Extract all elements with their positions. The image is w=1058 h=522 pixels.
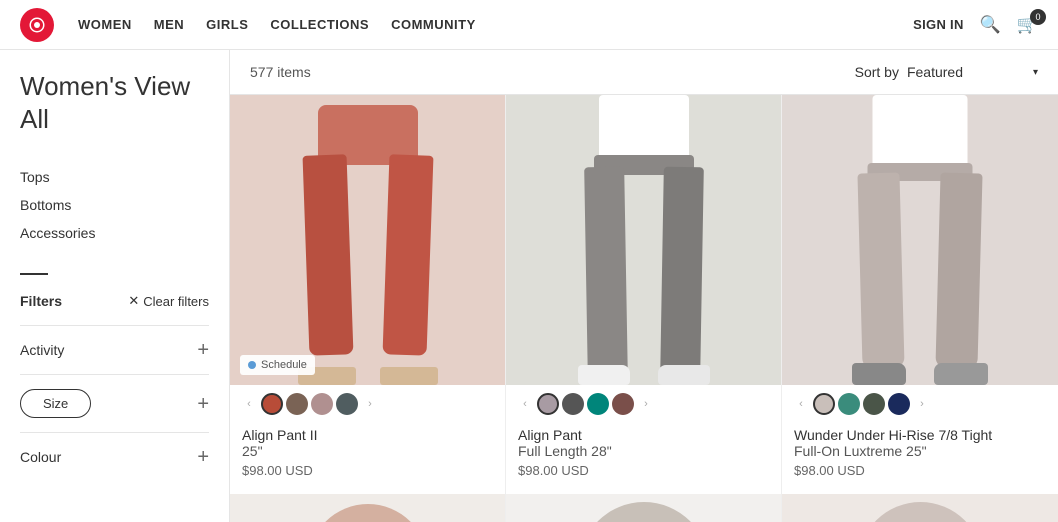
- product-name-1[interactable]: Align Pant II: [242, 427, 493, 443]
- product-card-wunder-under: ‹ › Wunder Under Hi-Rise 7/8 Tight Full-…: [782, 95, 1058, 522]
- page-body: Women's View All Tops Bottoms Accessorie…: [0, 50, 1058, 522]
- swatch-1-1[interactable]: [261, 393, 283, 415]
- clear-filters-label: Clear filters: [143, 294, 209, 309]
- nav-link-women[interactable]: WOMEN: [78, 17, 132, 32]
- product-info-1: Align Pant II 25" $98.00 USD: [230, 423, 505, 494]
- product-price-3: $98.00 USD: [794, 463, 1046, 478]
- sidebar-item-bottoms[interactable]: Bottoms: [20, 191, 209, 219]
- size-expand-icon[interactable]: +: [197, 394, 209, 414]
- page-title: Women's View All: [20, 70, 209, 135]
- swatch-next-3[interactable]: ›: [913, 395, 931, 413]
- product-card-align-pant: ‹ › Align Pant Full Length 28" $98.00 US…: [506, 95, 782, 522]
- filters-label: Filters: [20, 293, 62, 309]
- nav-link-girls[interactable]: GIRLS: [206, 17, 248, 32]
- sidebar-item-accessories[interactable]: Accessories: [20, 219, 209, 247]
- toolbar: 577 items Sort by Featured Price: Low to…: [230, 50, 1058, 95]
- swatch-row-2: ‹ ›: [506, 385, 781, 423]
- swatch-next-1[interactable]: ›: [361, 395, 379, 413]
- product-name-2[interactable]: Align Pant: [518, 427, 769, 443]
- product-image-bottom-1[interactable]: [230, 494, 505, 522]
- logo-icon: [28, 16, 46, 34]
- filter-section-activity[interactable]: Activity +: [20, 325, 209, 374]
- swatch-1-2[interactable]: [286, 393, 308, 415]
- swatch-3-2[interactable]: [838, 393, 860, 415]
- product-subname-1: 25": [242, 443, 493, 459]
- product-info-3: Wunder Under Hi-Rise 7/8 Tight Full-On L…: [782, 423, 1058, 494]
- product-name-3[interactable]: Wunder Under Hi-Rise 7/8 Tight: [794, 427, 1046, 443]
- item-count: 577 items: [250, 64, 855, 80]
- swatch-prev-1[interactable]: ‹: [240, 395, 258, 413]
- nav-link-men[interactable]: MEN: [154, 17, 184, 32]
- activity-label: Activity: [20, 342, 64, 358]
- swatch-row-1: ‹ ›: [230, 385, 505, 423]
- nav-link-community[interactable]: COMMUNITY: [391, 17, 476, 32]
- product-image-align-pant-ii[interactable]: Schedule: [230, 95, 505, 385]
- swatch-2-1[interactable]: [537, 393, 559, 415]
- product-price-1: $98.00 USD: [242, 463, 493, 478]
- product-image-bottom-2[interactable]: [506, 494, 781, 522]
- sidebar-divider: [20, 273, 48, 275]
- swatch-row-3: ‹ ›: [782, 385, 1058, 423]
- product-image-wunder-under[interactable]: [782, 95, 1058, 385]
- sidebar: Women's View All Tops Bottoms Accessorie…: [0, 50, 230, 522]
- cart-count-badge: 0: [1030, 9, 1046, 25]
- product-info-2: Align Pant Full Length 28" $98.00 USD: [506, 423, 781, 494]
- swatch-1-4[interactable]: [336, 393, 358, 415]
- category-nav: Tops Bottoms Accessories: [20, 163, 209, 247]
- logo[interactable]: [20, 8, 54, 42]
- cart-icon-wrapper[interactable]: 🛒 0: [1017, 15, 1038, 35]
- swatch-1-3[interactable]: [311, 393, 333, 415]
- schedule-dot: [248, 361, 256, 369]
- sort-select[interactable]: Featured Price: Low to High Price: High …: [907, 64, 1039, 80]
- filter-section-colour[interactable]: Colour +: [20, 432, 209, 481]
- swatch-2-3[interactable]: [587, 393, 609, 415]
- figure-legs-1: [288, 105, 448, 385]
- swatch-3-3[interactable]: [863, 393, 885, 415]
- schedule-badge[interactable]: Schedule: [240, 355, 315, 375]
- activity-expand-icon: +: [197, 340, 209, 360]
- schedule-label: Schedule: [261, 359, 307, 371]
- swatch-prev-3[interactable]: ‹: [792, 395, 810, 413]
- swatch-2-2[interactable]: [562, 393, 584, 415]
- swatch-3-1[interactable]: [813, 393, 835, 415]
- clear-filters-button[interactable]: ✕ Clear filters: [128, 293, 209, 309]
- nav-right: SIGN IN 🔍 🛒 0: [913, 15, 1038, 35]
- swatch-3-4[interactable]: [888, 393, 910, 415]
- swatch-prev-2[interactable]: ‹: [516, 395, 534, 413]
- sort-label: Sort by: [855, 64, 899, 80]
- figure-legs-2: [564, 95, 724, 385]
- size-pill[interactable]: Size: [20, 389, 91, 418]
- filter-section-size: Size +: [20, 374, 209, 432]
- sign-in-button[interactable]: SIGN IN: [913, 17, 964, 32]
- nav-link-collections[interactable]: COLLECTIONS: [270, 17, 369, 32]
- product-subname-2: Full Length 28": [518, 443, 769, 459]
- filters-header: Filters ✕ Clear filters: [20, 293, 209, 309]
- sort-chevron-icon: ▾: [1033, 67, 1038, 78]
- sidebar-item-tops[interactable]: Tops: [20, 163, 209, 191]
- swatch-next-2[interactable]: ›: [637, 395, 655, 413]
- product-image-align-pant[interactable]: [506, 95, 781, 385]
- colour-label: Colour: [20, 449, 61, 465]
- colour-expand-icon: +: [197, 447, 209, 467]
- search-icon[interactable]: 🔍: [980, 15, 1001, 35]
- main-content: 577 items Sort by Featured Price: Low to…: [230, 50, 1058, 522]
- figure-legs-3: [840, 95, 1000, 385]
- main-nav: WOMEN MEN GIRLS COLLECTIONS COMMUNITY SI…: [0, 0, 1058, 50]
- product-card-align-pant-ii: Schedule ‹ › Align Pant II 25" $98.00 US…: [230, 95, 506, 522]
- swatch-2-4[interactable]: [612, 393, 634, 415]
- product-price-2: $98.00 USD: [518, 463, 769, 478]
- nav-links: WOMEN MEN GIRLS COLLECTIONS COMMUNITY: [78, 17, 889, 32]
- sort-wrapper: Sort by Featured Price: Low to High Pric…: [855, 64, 1038, 80]
- product-grid: Schedule ‹ › Align Pant II 25" $98.00 US…: [230, 95, 1058, 522]
- product-image-bottom-3[interactable]: [782, 494, 1058, 522]
- clear-x-icon: ✕: [128, 293, 139, 309]
- product-subname-3: Full-On Luxtreme 25": [794, 443, 1046, 459]
